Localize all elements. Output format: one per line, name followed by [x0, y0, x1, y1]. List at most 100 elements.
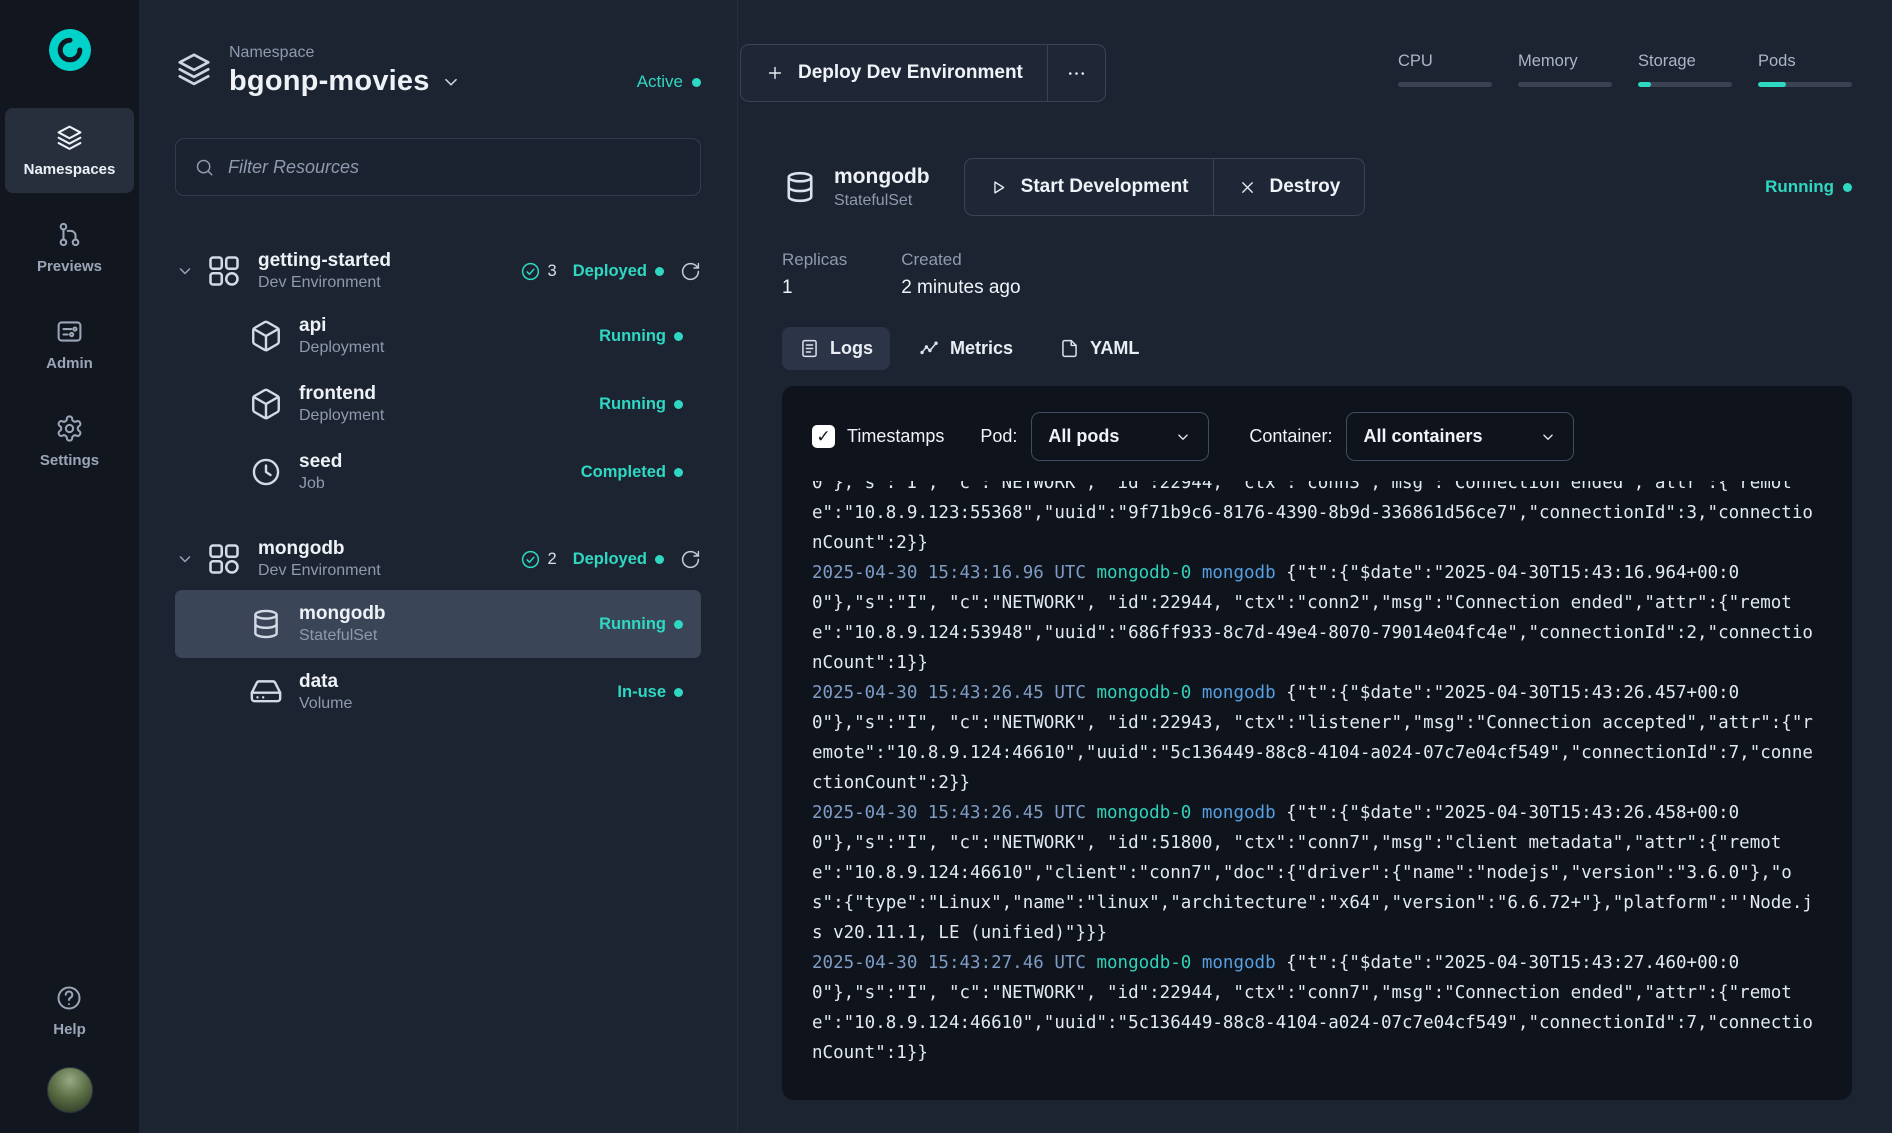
- start-development-label: Start Development: [1021, 176, 1189, 198]
- resource-item-frontend[interactable]: frontendDeployment Running: [175, 370, 701, 438]
- deploy-dev-environment-button[interactable]: Deploy Dev Environment: [741, 45, 1047, 101]
- created-value: 2 minutes ago: [901, 277, 1020, 299]
- meter-label: Memory: [1518, 52, 1612, 71]
- meter-fill: [1638, 82, 1651, 87]
- avatar[interactable]: [47, 1067, 93, 1113]
- meter-label: Pods: [1758, 52, 1852, 71]
- deploy-button-group: Deploy Dev Environment: [740, 44, 1106, 102]
- sidebar-item-settings[interactable]: Settings: [5, 399, 134, 484]
- pod-select[interactable]: All pods: [1031, 412, 1209, 461]
- tab-label: YAML: [1090, 338, 1139, 359]
- namespace-header: Namespace bgonp-movies Active: [175, 44, 701, 98]
- replicas-label: Replicas: [782, 250, 847, 270]
- chevron-down-icon[interactable]: [175, 549, 195, 569]
- resource-item-mongodb[interactable]: mongodbStatefulSet Running: [175, 590, 701, 658]
- created-label: Created: [901, 250, 1020, 270]
- timestamps-label: Timestamps: [847, 426, 944, 447]
- resource-item-seed[interactable]: seedJob Completed: [175, 438, 701, 506]
- container-select[interactable]: All containers: [1346, 412, 1574, 461]
- resource-kind: StatefulSet: [299, 626, 386, 646]
- namespaces-icon: [55, 123, 84, 152]
- status-dot: [674, 332, 683, 341]
- resource-item-api[interactable]: apiDeploymentRunning: [175, 302, 701, 370]
- resource-text: dataVolume: [299, 670, 352, 714]
- search-icon: [194, 157, 215, 178]
- tab-logs[interactable]: Logs: [782, 327, 890, 370]
- pod-label: Pod:: [980, 426, 1017, 447]
- yaml-icon: [1059, 338, 1080, 359]
- meter-cpu: CPU: [1398, 52, 1492, 87]
- meter-bar: [1758, 82, 1852, 87]
- resource-item-right: Completed: [581, 463, 683, 482]
- container-select-value: All containers: [1363, 426, 1482, 447]
- resource-name: data: [299, 670, 352, 694]
- resource-group-row-getting-started[interactable]: getting-startedDev Environment 3Deployed: [175, 240, 701, 302]
- log-timestamp: 2025-04-30 15:43:26.45 UTC: [812, 803, 1086, 823]
- resource-group-row-mongodb[interactable]: mongodbDev Environment2Deployed: [175, 528, 701, 590]
- sidebar-nav: Namespaces Previews Admin Settings: [0, 108, 139, 484]
- destroy-button[interactable]: Destroy: [1213, 159, 1365, 215]
- meter-label: Storage: [1638, 52, 1732, 71]
- status-label: Running: [599, 395, 683, 414]
- resource-group-right: 3Deployed: [520, 261, 701, 282]
- filter-resources-input[interactable]: [228, 157, 682, 178]
- status-label: In-use: [617, 683, 683, 702]
- detail-actions: Start Development Destroy: [964, 158, 1366, 216]
- sidebar: Namespaces Previews Admin Settings Help: [0, 0, 139, 1133]
- log-pod: mongodb-0: [1096, 803, 1191, 823]
- detail-status-label: Running: [1765, 177, 1834, 197]
- sidebar-item-namespaces[interactable]: Namespaces: [5, 108, 134, 193]
- redeploy-icon[interactable]: [680, 261, 701, 282]
- log-panel: ✓ Timestamps Pod: All pods Container: Al…: [782, 386, 1852, 1100]
- meter-bar: [1398, 82, 1492, 87]
- main-content: Deploy Dev Environment CPU Memory Storage P…: [738, 0, 1892, 1133]
- filter-resources-box: [175, 138, 701, 196]
- status-label: Running: [599, 327, 683, 346]
- job-icon: [249, 455, 283, 489]
- redeploy-icon[interactable]: [680, 549, 701, 570]
- resource-text: frontendDeployment: [299, 382, 384, 426]
- main-top-bar: Deploy Dev Environment CPU Memory Storage P…: [740, 44, 1852, 102]
- log-timestamp: 2025-04-30 15:43:26.45 UTC: [812, 683, 1086, 703]
- resource-text: mongodbStatefulSet: [299, 602, 386, 646]
- timestamps-checkbox[interactable]: ✓: [812, 425, 835, 448]
- namespace-name: bgonp-movies: [229, 65, 430, 98]
- namespaces-icon: [175, 50, 213, 88]
- chevron-down-icon[interactable]: [175, 261, 195, 281]
- status-label: Completed: [581, 463, 683, 482]
- more-options-button[interactable]: [1047, 45, 1105, 101]
- resource-name: api: [299, 314, 384, 338]
- namespace-selector[interactable]: bgonp-movies: [229, 65, 462, 98]
- statefulset-icon: [249, 607, 283, 641]
- log-controls: ✓ Timestamps Pod: All pods Container: Al…: [812, 412, 1822, 461]
- status-label: Running: [599, 615, 683, 634]
- check-circle-icon: [520, 549, 541, 570]
- okteto-logo[interactable]: [46, 26, 94, 74]
- resource-group-right: 2Deployed: [520, 549, 701, 570]
- dev-environment-icon: [206, 541, 242, 577]
- sidebar-item-help[interactable]: Help: [49, 969, 90, 1053]
- resources-panel: Namespace bgonp-movies Active getting-st…: [139, 0, 738, 1133]
- deployment-icon: [249, 387, 283, 421]
- resource-name: mongodb: [299, 602, 386, 626]
- resource-kind: Dev Environment: [258, 273, 391, 293]
- resource-group: mongodbDev Environment2DeployedmongodbSt…: [175, 528, 701, 726]
- resource-item-right: In-use: [617, 683, 683, 702]
- metrics-icon: [919, 338, 940, 359]
- tab-metrics[interactable]: Metrics: [902, 327, 1030, 370]
- resource-text: getting-startedDev Environment: [258, 249, 391, 293]
- tab-yaml[interactable]: YAML: [1042, 327, 1156, 370]
- log-pod: mongodb-0: [1096, 683, 1191, 703]
- okteto-logo-icon: [46, 26, 94, 74]
- detail-title-block: mongodb StatefulSet: [834, 163, 930, 210]
- sidebar-item-admin[interactable]: Admin: [5, 302, 134, 387]
- resource-name: seed: [299, 450, 342, 474]
- log-scroll-area[interactable]: 0"},"s":"I", "c":"NETWORK", "id":22944, …: [812, 481, 1822, 1074]
- log-entry: 2025-04-30 15:43:16.96 UTC mongodb-0 mon…: [812, 558, 1822, 678]
- resource-kind: Job: [299, 474, 342, 494]
- detail-status: Running: [1765, 177, 1852, 197]
- resource-item-data[interactable]: dataVolume In-use: [175, 658, 701, 726]
- start-development-button[interactable]: Start Development: [965, 159, 1213, 215]
- log-pod: mongodb-0: [1096, 563, 1191, 583]
- sidebar-item-previews[interactable]: Previews: [5, 205, 134, 290]
